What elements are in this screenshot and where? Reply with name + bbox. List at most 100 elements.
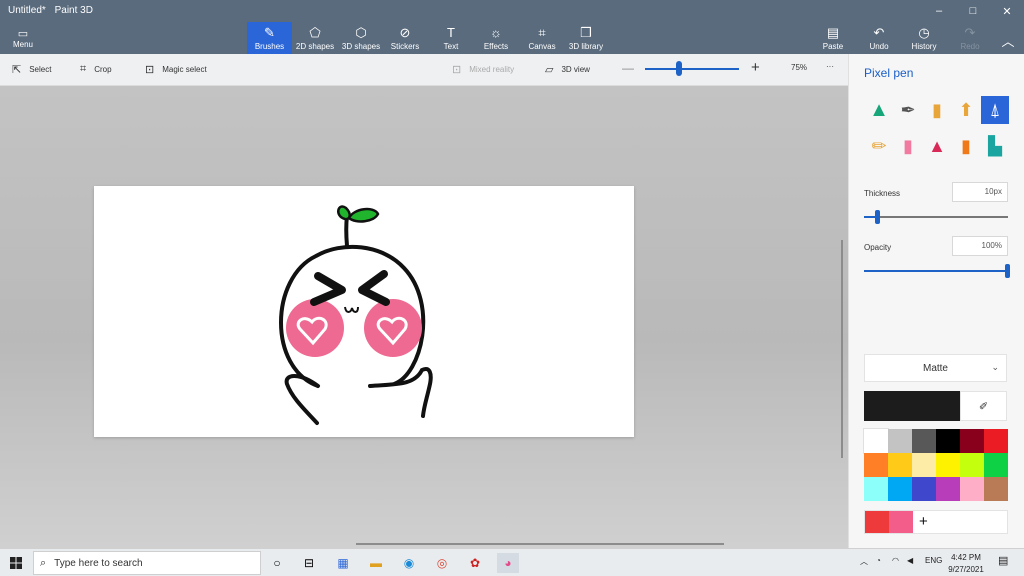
maximize-button[interactable]: □ [956, 0, 990, 22]
palette-color-swatch[interactable] [864, 477, 888, 501]
tab-3d-library[interactable]: ❒ 3D library [566, 22, 606, 54]
tab-3d-shapes[interactable]: ⬡ 3D shapes [339, 22, 383, 54]
brush-marker[interactable]: ▲ [865, 96, 893, 124]
palette-color-swatch[interactable] [912, 429, 936, 453]
language-indicator[interactable]: ENG [925, 556, 942, 565]
magic-select-button[interactable]: ⊡ Magic select [145, 63, 207, 76]
close-button[interactable]: ✕ [990, 0, 1024, 22]
palette-color-swatch[interactable] [960, 477, 984, 501]
thickness-slider-track[interactable] [864, 216, 1008, 218]
start-button[interactable] [0, 549, 32, 576]
zoom-value: 75% [791, 63, 808, 72]
zoom-slider-track[interactable] [645, 68, 739, 70]
mixed-reality-button[interactable]: ⊡ Mixed reality [452, 63, 514, 76]
cortana-icon[interactable]: ○ [266, 553, 288, 573]
notification-icon[interactable]: ▤ [998, 554, 1008, 567]
app-red-icon[interactable]: ✿ [464, 553, 486, 573]
brush-pixel-pen[interactable]: ⍋ [981, 96, 1009, 124]
tab-effects[interactable]: ☼ Effects [476, 22, 516, 54]
zoom-slider-thumb[interactable] [676, 61, 682, 76]
eyedropper-button[interactable]: ✐ [960, 391, 1007, 421]
vertical-scrollbar[interactable] [841, 240, 843, 458]
finish-dropdown[interactable]: Matte ⌄ [864, 354, 1007, 382]
calculator-icon[interactable]: ▦ [332, 553, 354, 573]
3d-view-button[interactable]: ▱ 3D view [545, 63, 590, 76]
palette-color-swatch[interactable] [912, 477, 936, 501]
palette-color-swatch[interactable] [888, 477, 912, 501]
file-explorer-icon[interactable]: ▬ [365, 553, 387, 573]
tray-chevron-up-icon[interactable]: ︿ [860, 556, 868, 567]
brush-crayon[interactable]: ▲ [923, 132, 951, 160]
thickness-field[interactable]: 10px [952, 182, 1008, 202]
paste-button[interactable]: ▤ Paste [818, 22, 848, 54]
eraser-icon: ▮ [903, 135, 913, 156]
tab-stickers[interactable]: ⊘ Stickers [385, 22, 425, 54]
palette-color-swatch[interactable] [863, 428, 889, 454]
task-view-icon[interactable]: ⊟ [298, 553, 320, 573]
palette-color-swatch[interactable] [888, 453, 912, 477]
wifi-icon[interactable]: ◠ [892, 556, 899, 565]
horizontal-scrollbar[interactable] [356, 543, 724, 545]
palette-color-swatch[interactable] [960, 453, 984, 477]
chevron-down-icon: ⌄ [991, 362, 999, 372]
current-color-swatch[interactable] [864, 391, 960, 421]
redo-button[interactable]: ↷ Redo [955, 22, 985, 54]
brush-fill[interactable]: ▙ [981, 132, 1009, 160]
brush-calligraphy-pen[interactable]: ✒ [894, 96, 922, 124]
tab-label: 3D library [568, 42, 604, 51]
tab-label: Canvas [528, 42, 556, 51]
history-button[interactable]: ◷ History [908, 22, 940, 54]
crop-button[interactable]: ⌗ Crop [80, 63, 112, 76]
taskbar-clock[interactable]: 4:42 PM 9/27/2021 [944, 552, 988, 576]
palette-color-swatch[interactable] [984, 429, 1008, 453]
palette-color-swatch[interactable] [936, 453, 960, 477]
history-icon: ◷ [918, 25, 930, 40]
tab-brushes[interactable]: ✎ Brushes [247, 22, 292, 54]
taskbar-search-box[interactable]: ⌕ Type here to search [33, 551, 261, 575]
brush-oil[interactable]: ▮ [923, 96, 951, 124]
chrome-icon[interactable]: ◎ [431, 553, 453, 573]
palette-color-swatch[interactable] [864, 453, 888, 477]
palette-color-swatch[interactable] [984, 453, 1008, 477]
add-color-button[interactable]: + [919, 513, 928, 530]
app-name: Paint 3D [54, 5, 93, 16]
menu-label: Menu [12, 40, 33, 49]
drawing-canvas[interactable] [94, 186, 634, 437]
zoom-out-button[interactable]: — [622, 61, 634, 75]
tab-text[interactable]: T Text [431, 22, 471, 54]
opacity-field[interactable]: 100% [952, 236, 1008, 256]
paint-3d-icon[interactable]: ◕ [497, 553, 519, 573]
select-button[interactable]: ⇱ Select [12, 63, 51, 76]
ribbon: Untitled* Paint 3D – □ ✕ ▭ Menu ✎ Brushe… [0, 0, 1024, 54]
opacity-slider-fill [864, 270, 1008, 272]
undo-label: Undo [869, 42, 889, 51]
history-label: History [911, 42, 937, 51]
palette-color-swatch[interactable] [960, 429, 984, 453]
palette-color-swatch[interactable] [888, 429, 912, 453]
palette-color-swatch[interactable] [984, 477, 1008, 501]
palette-color-swatch[interactable] [912, 453, 936, 477]
tab-canvas[interactable]: ⌗ Canvas [522, 22, 562, 54]
network-icon[interactable]: ◔ [876, 556, 881, 565]
tab-2d-shapes[interactable]: ⬠ 2D shapes [293, 22, 337, 54]
brush-spray-can[interactable]: ▮ [952, 132, 980, 160]
palette-color-swatch[interactable] [936, 429, 960, 453]
custom-color-swatch[interactable] [889, 511, 913, 533]
brush-watercolor[interactable]: ⬆ [952, 96, 980, 124]
opacity-slider-thumb[interactable] [1005, 264, 1010, 278]
minimize-button[interactable]: – [922, 0, 956, 22]
collapse-ribbon-button[interactable]: ︿ [998, 22, 1018, 54]
undo-button[interactable]: ↶ Undo [864, 22, 894, 54]
brush-pencil[interactable]: ✏ [865, 132, 893, 160]
taskbar: ⌕ Type here to search ○ ⊟ ▦ ▬ ◉ ◎ ✿ ◕ ︿ … [0, 548, 1024, 576]
edge-icon[interactable]: ◉ [398, 553, 420, 573]
menu-button[interactable]: ▭ Menu [4, 24, 42, 52]
palette-color-swatch[interactable] [936, 477, 960, 501]
volume-icon[interactable]: ◀ [907, 556, 913, 565]
more-options-button[interactable]: ··· [826, 62, 834, 71]
crop-icon: ⌗ [80, 63, 87, 75]
brush-eraser[interactable]: ▮ [894, 132, 922, 160]
zoom-in-button[interactable]: + [751, 59, 760, 76]
custom-color-swatch[interactable] [865, 511, 889, 533]
thickness-slider-thumb[interactable] [875, 210, 880, 224]
